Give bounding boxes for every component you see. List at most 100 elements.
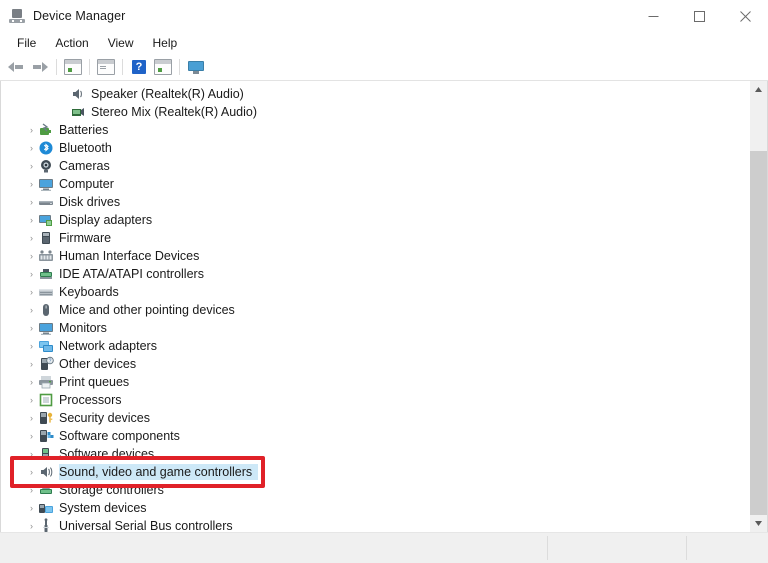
chevron-right-icon[interactable]: › xyxy=(25,359,38,369)
display-adapters-icon xyxy=(38,212,54,228)
print-queues-icon xyxy=(38,374,54,390)
forward-button[interactable] xyxy=(28,56,52,78)
tree-item-batteries[interactable]: ›Batteries xyxy=(1,121,749,139)
firmware-icon xyxy=(38,230,54,246)
tree-item-disk-drives[interactable]: ›Disk drives xyxy=(1,193,749,211)
tree-item-stereo-mix-realtek-r-audio[interactable]: Stereo Mix (Realtek(R) Audio) xyxy=(1,103,749,121)
tree-item-system-devices[interactable]: ›System devices xyxy=(1,499,749,517)
tree-item-firmware[interactable]: › Firmware xyxy=(1,229,749,247)
back-button[interactable] xyxy=(4,56,28,78)
toolbar-separator-4 xyxy=(179,59,180,75)
status-segment-middle xyxy=(548,533,686,563)
show-hidden-devices-icon xyxy=(188,61,204,74)
svg-text:?: ? xyxy=(49,359,52,365)
tree-item-keyboards[interactable]: ›Keyboards xyxy=(1,283,749,301)
help-button[interactable]: ? xyxy=(127,56,151,78)
menu-view[interactable]: View xyxy=(99,34,143,52)
tree-item-print-queues[interactable]: ›Print queues xyxy=(1,373,749,391)
tree-item-computer[interactable]: ›Computer xyxy=(1,175,749,193)
tree-item-label: Sound, video and game controllers xyxy=(59,464,258,480)
chevron-right-icon[interactable]: › xyxy=(25,341,38,351)
chevron-right-icon[interactable]: › xyxy=(25,197,38,207)
minimize-button[interactable] xyxy=(630,0,676,32)
menu-bar: File Action View Help xyxy=(0,32,768,54)
tree-item-label: Firmware xyxy=(59,230,117,246)
chevron-right-icon[interactable]: › xyxy=(25,485,38,495)
chevron-right-icon[interactable]: › xyxy=(25,143,38,153)
scroll-up-button[interactable] xyxy=(750,81,767,98)
chevron-right-icon[interactable]: › xyxy=(25,413,38,423)
device-tree[interactable]: Speaker (Realtek(R) Audio)Stereo Mix (Re… xyxy=(1,81,749,532)
chevron-right-icon[interactable]: › xyxy=(25,287,38,297)
tree-item-universal-serial-bus-controllers[interactable]: › Universal Serial Bus controllers xyxy=(1,517,749,532)
tree-item-security-devices[interactable]: ›Security devices xyxy=(1,409,749,427)
tree-item-speaker-realtek-r-audio[interactable]: Speaker (Realtek(R) Audio) xyxy=(1,85,749,103)
toolbar-separator-2 xyxy=(89,59,90,75)
tree-item-cameras[interactable]: ›Cameras xyxy=(1,157,749,175)
disk-drives-icon xyxy=(38,194,54,210)
chevron-right-icon[interactable]: › xyxy=(25,503,38,513)
scan-hardware-changes-button[interactable] xyxy=(94,56,118,78)
tree-item-storage-controllers[interactable]: › Storage controllers xyxy=(1,481,749,499)
tree-item-label: Other devices xyxy=(59,356,142,372)
tree-item-label: Processors xyxy=(59,392,128,408)
update-driver-icon xyxy=(154,59,172,75)
chevron-right-icon[interactable]: › xyxy=(25,305,38,315)
keyboards-icon xyxy=(38,284,54,300)
stereo-mix-icon xyxy=(70,104,86,120)
chevron-right-icon[interactable]: › xyxy=(25,521,38,531)
menu-help[interactable]: Help xyxy=(144,34,187,52)
monitors-icon xyxy=(38,320,54,336)
scroll-down-button[interactable] xyxy=(750,515,767,532)
toolbar: ? xyxy=(0,54,768,81)
tree-item-software-components[interactable]: › Software components xyxy=(1,427,749,445)
update-driver-button[interactable] xyxy=(151,56,175,78)
chevron-right-icon[interactable]: › xyxy=(25,179,38,189)
chevron-right-icon[interactable]: › xyxy=(25,269,38,279)
tree-item-bluetooth[interactable]: ›Bluetooth xyxy=(1,139,749,157)
toolbar-separator-1 xyxy=(56,59,57,75)
chevron-right-icon[interactable]: › xyxy=(25,395,38,405)
chevron-right-icon[interactable]: › xyxy=(25,233,38,243)
maximize-button[interactable] xyxy=(676,0,722,32)
tree-item-label: Speaker (Realtek(R) Audio) xyxy=(91,86,250,102)
tree-item-processors[interactable]: › Processors xyxy=(1,391,749,409)
tree-item-human-interface-devices[interactable]: › Human Interface Devices xyxy=(1,247,749,265)
menu-action[interactable]: Action xyxy=(46,34,97,52)
vertical-scrollbar[interactable] xyxy=(749,81,767,532)
tree-item-mice-and-other-pointing-devices[interactable]: ›Mice and other pointing devices xyxy=(1,301,749,319)
storage-controllers-icon xyxy=(38,482,54,498)
chevron-right-icon[interactable]: › xyxy=(25,467,38,477)
scrollbar-thumb[interactable] xyxy=(750,151,767,529)
menu-file[interactable]: File xyxy=(8,34,45,52)
properties-button[interactable] xyxy=(61,56,85,78)
chevron-right-icon[interactable]: › xyxy=(25,251,38,261)
chevron-right-icon[interactable]: › xyxy=(25,449,38,459)
chevron-right-icon[interactable]: › xyxy=(25,161,38,171)
tree-item-label: Software components xyxy=(59,428,186,444)
tree-item-label: Human Interface Devices xyxy=(59,248,205,264)
window-title: Device Manager xyxy=(33,9,125,23)
show-hidden-devices-button[interactable] xyxy=(184,56,208,78)
tree-item-software-devices[interactable]: ›Software devices xyxy=(1,445,749,463)
tree-item-label: Storage controllers xyxy=(59,482,170,498)
chevron-right-icon[interactable]: › xyxy=(25,125,38,135)
device-manager-window: Device Manager File Action View Help xyxy=(0,0,768,563)
tree-item-other-devices[interactable]: ›? Other devices xyxy=(1,355,749,373)
tree-item-ide-ata-atapi-controllers[interactable]: › IDE ATA/ATAPI controllers xyxy=(1,265,749,283)
chevron-right-icon[interactable]: › xyxy=(25,377,38,387)
chevron-right-icon[interactable]: › xyxy=(25,431,38,441)
tree-item-monitors[interactable]: ›Monitors xyxy=(1,319,749,337)
close-button[interactable] xyxy=(722,0,768,32)
tree-item-sound-video-and-game-controllers[interactable]: › Sound, video and game controllers xyxy=(1,463,749,481)
chevron-right-icon[interactable]: › xyxy=(25,215,38,225)
sound-video-game-controllers-icon xyxy=(38,464,54,480)
tree-item-label: IDE ATA/ATAPI controllers xyxy=(59,266,210,282)
tree-item-label: Universal Serial Bus controllers xyxy=(59,518,239,532)
tree-item-network-adapters[interactable]: ›Network adapters xyxy=(1,337,749,355)
scan-hardware-changes-icon xyxy=(97,59,115,75)
tree-item-display-adapters[interactable]: ›Display adapters xyxy=(1,211,749,229)
computer-icon xyxy=(38,176,54,192)
chevron-right-icon[interactable]: › xyxy=(25,323,38,333)
status-segment-main xyxy=(0,533,547,563)
